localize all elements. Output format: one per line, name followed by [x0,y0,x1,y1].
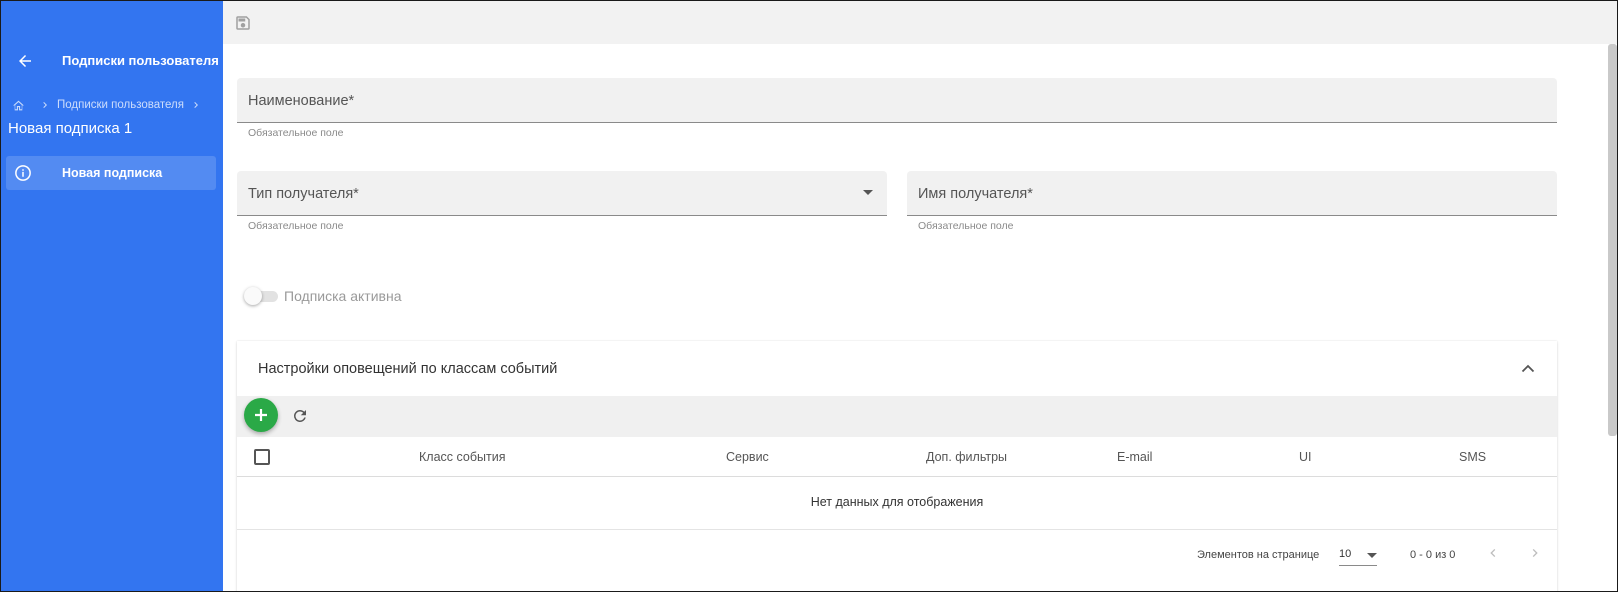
save-button[interactable] [233,13,253,33]
sidebar-item-label: Новая подписка [62,166,163,180]
sidebar: Подписки пользователя Подписки пользоват… [1,1,223,591]
breadcrumb: Подписки пользователя [12,97,202,113]
dropdown-arrow-icon [1367,553,1377,558]
notification-settings-panel: Настройки оповещений по классам событий [237,341,1557,591]
column-header-sms[interactable]: SMS [1459,450,1486,464]
add-button[interactable] [244,398,278,432]
previous-page-button[interactable] [1485,545,1501,561]
save-icon [236,16,250,30]
page-size-value: 10 [1339,548,1352,560]
next-page-button[interactable] [1527,545,1543,561]
main-content: Наименование* Обязательное поле Тип полу… [223,44,1617,591]
breadcrumb-item[interactable]: Подписки пользователя [57,99,184,111]
back-button[interactable] [13,49,37,73]
subscription-active-label: Подписка активна [284,288,402,304]
refresh-button[interactable] [290,406,310,426]
column-header-event-class[interactable]: Класс события [419,450,505,464]
table-toolbar [237,396,1557,437]
subscription-active-toggle[interactable] [244,287,278,305]
scrollbar[interactable] [1608,44,1617,436]
recipient-type-placeholder: Тип получателя* [248,186,359,202]
table-empty-row: Нет данных для отображения [237,478,1557,530]
page-size-label: Элементов на странице [1197,549,1320,561]
chevron-up-icon[interactable] [1521,363,1535,373]
recipient-name-field[interactable]: Имя получателя* [907,171,1557,216]
empty-message: Нет данных для отображения [810,495,984,509]
toolbar [223,1,1617,44]
sidebar-header: Подписки пользователя [1,41,223,81]
column-header-ui[interactable]: UI [1299,450,1312,464]
paginator: Элементов на странице 10 0 - 0 из 0 [237,531,1557,583]
column-header-service[interactable]: Сервис [726,450,769,464]
name-placeholder: Наименование* [248,93,355,109]
plus-icon [255,409,267,421]
home-icon[interactable] [12,99,25,112]
panel-title[interactable]: Настройки оповещений по классам событий [258,361,557,377]
dropdown-arrow-icon [863,190,873,195]
table-header: Класс события Сервис Доп. фильтры E-mail… [237,437,1557,477]
refresh-icon [293,410,306,422]
sidebar-item-new-subscription[interactable]: Новая подписка [6,156,216,190]
recipient-name-placeholder: Имя получателя* [918,186,1033,202]
info-icon [15,165,31,181]
current-page-title: Новая подписка 1 [8,120,133,137]
column-header-extra-filters[interactable]: Доп. фильтры [926,450,1007,464]
recipient-type-select[interactable]: Тип получателя* [237,171,887,216]
name-field[interactable]: Наименование* [237,78,1557,123]
toggle-knob [244,287,262,305]
select-all-checkbox[interactable] [254,449,270,465]
recipient-type-hint: Обязательное поле [248,220,344,232]
page-size-select[interactable]: 10 [1339,544,1377,566]
app-window: Подписки пользователя Подписки пользоват… [0,0,1618,592]
chevron-right-icon [194,102,198,108]
recipient-name-hint: Обязательное поле [918,220,1014,232]
chevron-right-icon [43,102,47,108]
sidebar-title: Подписки пользователя [62,53,219,68]
name-hint: Обязательное поле [248,127,344,139]
page-range: 0 - 0 из 0 [1410,549,1456,561]
arrow-left-icon [19,55,31,67]
column-header-email[interactable]: E-mail [1117,450,1152,464]
